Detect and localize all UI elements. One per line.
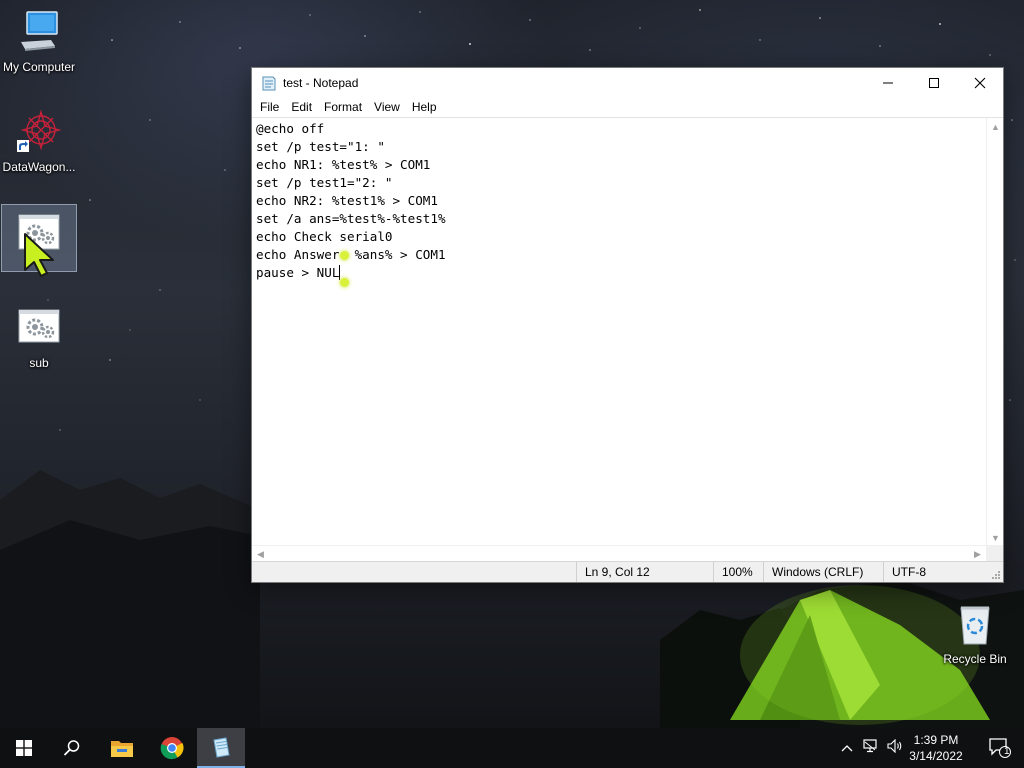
scroll-up-arrow-icon[interactable]: ▲ xyxy=(987,118,1004,135)
minimize-icon xyxy=(883,82,893,83)
horizontal-scrollbar[interactable]: ◀ ▶ xyxy=(252,545,986,562)
editor-text[interactable]: @echo off set /p test="1: " echo NR1: %tes… xyxy=(256,120,986,544)
taskbar-notepad[interactable] xyxy=(197,728,245,768)
text-line: echo NR2: %test1% > COM1 xyxy=(256,193,438,208)
clock-time: 1:39 PM xyxy=(913,733,959,747)
scrollbar-corner xyxy=(986,545,1003,562)
recycle-bin-icon xyxy=(951,600,999,648)
action-center-button[interactable]: 1 xyxy=(976,728,1024,768)
status-zoom: 100% xyxy=(713,562,765,582)
menu-bar: File Edit Format View Help xyxy=(252,97,1003,117)
notification-count-badge: 1 xyxy=(1004,746,1010,757)
chrome-icon xyxy=(160,737,184,760)
menu-help[interactable]: Help xyxy=(406,97,443,117)
mouse-cursor-icon xyxy=(24,233,54,277)
start-button[interactable] xyxy=(0,728,48,768)
menu-file[interactable]: File xyxy=(254,97,285,117)
search-icon xyxy=(63,740,80,756)
clock-date: 3/14/2022 xyxy=(909,749,963,763)
text-editor[interactable]: @echo off set /p test="1: " echo NR1: %tes… xyxy=(252,117,1003,562)
minimize-button[interactable] xyxy=(865,68,911,97)
status-line-ending: Windows (CRLF) xyxy=(763,562,883,582)
taskbar-chrome[interactable] xyxy=(148,728,196,768)
title-bar[interactable]: test - Notepad xyxy=(252,68,1003,97)
menu-view[interactable]: View xyxy=(368,97,406,117)
status-bar: Ln 9, Col 12 100% Windows (CRLF) UTF-8 xyxy=(252,561,1003,582)
notepad-icon xyxy=(262,76,276,90)
desktop-icon-sub[interactable]: sub xyxy=(1,304,77,370)
system-tray xyxy=(838,728,906,768)
desktop-icon-datawagon[interactable]: DataWagon... xyxy=(1,108,77,174)
text-line: set /p test1="2: " xyxy=(256,175,393,190)
close-button[interactable] xyxy=(957,68,1003,97)
folder-icon xyxy=(111,741,133,757)
touch-marker xyxy=(340,278,349,287)
batch-file-gears-icon xyxy=(15,304,63,352)
window-title: test - Notepad xyxy=(283,75,359,90)
taskbar-file-explorer[interactable] xyxy=(98,728,146,768)
taskbar-clock[interactable]: 1:39 PM 3/14/2022 xyxy=(902,732,970,764)
desktop-icon-label: My Computer xyxy=(2,60,76,74)
desktop-icon-my-computer[interactable]: My Computer xyxy=(1,8,77,74)
scroll-down-arrow-icon[interactable]: ▼ xyxy=(987,529,1004,546)
status-cursor-position: Ln 9, Col 12 xyxy=(576,562,710,582)
search-button[interactable] xyxy=(48,728,96,768)
status-encoding: UTF-8 xyxy=(883,562,983,582)
text-caret xyxy=(339,265,341,280)
notepad-window[interactable]: test - Notepad File Edit Format View Hel… xyxy=(251,67,1004,583)
vertical-scrollbar[interactable]: ▲ ▼ xyxy=(986,118,1003,546)
datawagon-icon xyxy=(15,108,63,156)
network-icon[interactable] xyxy=(860,738,882,758)
text-line-current: pause > NUL xyxy=(256,264,986,282)
desktop-icon-label: Recycle Bin xyxy=(943,652,1007,666)
show-hidden-icons-chevron-icon[interactable] xyxy=(838,739,856,757)
desktop-icon-label: sub xyxy=(29,356,49,370)
computer-icon xyxy=(15,8,63,56)
text-line: set /p test="1: " xyxy=(256,139,385,154)
text-line: pause > NUL xyxy=(256,265,340,280)
text-line: echo Check serial0 xyxy=(256,229,393,244)
close-icon xyxy=(974,77,986,88)
text-line: @echo off xyxy=(256,121,325,136)
touch-marker xyxy=(340,251,349,260)
text-line: set /a ans=%test%-%test1% xyxy=(256,211,446,226)
maximize-icon xyxy=(929,77,939,88)
notepad-icon xyxy=(213,737,230,758)
text-line: echo Answer: %ans% > COM1 xyxy=(256,247,446,262)
menu-format[interactable]: Format xyxy=(318,97,368,117)
menu-edit[interactable]: Edit xyxy=(285,97,318,117)
maximize-button[interactable] xyxy=(911,68,957,97)
text-line: echo NR1: %test% > COM1 xyxy=(256,157,431,172)
desktop-icon-label: DataWagon... xyxy=(2,160,76,174)
desktop-icon-recycle-bin[interactable]: Recycle Bin xyxy=(937,600,1013,666)
taskbar: 1:39 PM 3/14/2022 1 xyxy=(0,728,1024,768)
windows-logo-icon xyxy=(16,740,32,756)
resize-grip-icon[interactable] xyxy=(991,570,1001,580)
